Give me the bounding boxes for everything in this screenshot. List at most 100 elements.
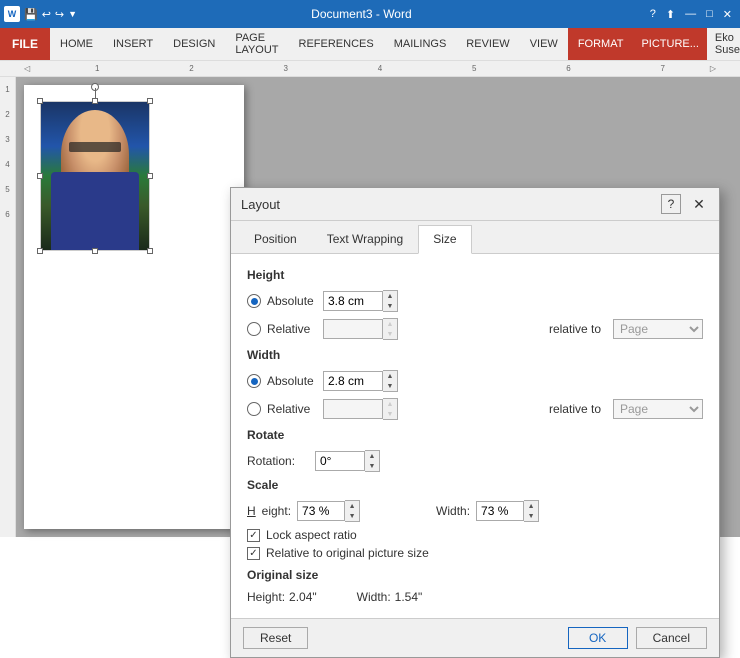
handle-tl[interactable]: [37, 98, 43, 104]
tab-file[interactable]: FILE: [0, 28, 50, 60]
rotate-row: Rotation: ▲ ▼: [247, 450, 703, 472]
relative-original-checkbox[interactable]: [247, 547, 260, 560]
height-relative-row: Relative ▲ ▼ relative to Page: [247, 318, 703, 340]
tab-references[interactable]: REFERENCES: [289, 28, 384, 60]
help-button[interactable]: ?: [646, 6, 660, 22]
height-relative-up: ▲: [383, 319, 397, 329]
tab-position[interactable]: Position: [239, 225, 312, 253]
dialog-footer: Reset OK Cancel: [231, 618, 719, 657]
width-relative-label: Relative: [267, 402, 317, 416]
width-absolute-up[interactable]: ▲: [383, 371, 397, 381]
maximize-button[interactable]: □: [702, 6, 717, 22]
height-absolute-radio[interactable]: [247, 294, 261, 308]
scale-width-up[interactable]: ▲: [524, 501, 538, 511]
dialog-help-button[interactable]: ?: [661, 194, 681, 214]
handle-mr[interactable]: [147, 173, 153, 179]
minimize-button[interactable]: —: [681, 6, 700, 22]
scale-height-field[interactable]: [297, 501, 345, 521]
orig-width-label: Width:: [357, 590, 391, 604]
height-relative-field: [323, 319, 383, 339]
scale-width-spinners: ▲ ▼: [524, 500, 539, 522]
scale-height-input[interactable]: ▲ ▼: [297, 500, 360, 522]
photo-container[interactable]: [40, 101, 150, 251]
vertical-ruler: 123456: [0, 77, 16, 537]
dialog-close-button[interactable]: ✕: [689, 194, 709, 214]
scale-width-input[interactable]: ▲ ▼: [476, 500, 539, 522]
scale-height-up[interactable]: ▲: [345, 501, 359, 511]
dialog-tabs: Position Text Wrapping Size: [231, 221, 719, 254]
width-relative-to-dropdown[interactable]: Page: [613, 399, 703, 419]
redo-icon[interactable]: ↪: [55, 8, 64, 21]
tab-review[interactable]: REVIEW: [456, 28, 519, 60]
handle-tc[interactable]: [92, 98, 98, 104]
tab-design[interactable]: DESIGN: [163, 28, 225, 60]
height-absolute-down[interactable]: ▼: [383, 301, 397, 311]
height-absolute-field[interactable]: [323, 291, 383, 311]
height-absolute-row: Absolute ▲ ▼: [247, 290, 703, 312]
dialog-body: Height Absolute ▲ ▼ Relative: [231, 254, 719, 618]
width-absolute-down[interactable]: ▼: [383, 381, 397, 391]
rotation-line: [95, 88, 96, 98]
tab-home[interactable]: HOME: [50, 28, 103, 60]
tab-insert[interactable]: INSERT: [103, 28, 163, 60]
width-relative-radio[interactable]: [247, 402, 261, 416]
width-relative-spinners: ▲ ▼: [383, 398, 398, 420]
rotation-up[interactable]: ▲: [365, 451, 379, 461]
handle-ml[interactable]: [37, 173, 43, 179]
handle-tr[interactable]: [147, 98, 153, 104]
handle-bc[interactable]: [92, 248, 98, 254]
height-absolute-input[interactable]: ▲ ▼: [323, 290, 398, 312]
reset-area: Reset: [243, 627, 308, 649]
width-absolute-input[interactable]: ▲ ▼: [323, 370, 398, 392]
width-absolute-radio[interactable]: [247, 374, 261, 388]
lock-aspect-checkbox[interactable]: [247, 529, 260, 542]
ribbon: FILE HOME INSERT DESIGN PAGE LAYOUT REFE…: [0, 28, 740, 77]
scale-width-field[interactable]: [476, 501, 524, 521]
width-absolute-label: Absolute: [267, 374, 317, 388]
user-info: Eko Suseno ES: [707, 28, 740, 60]
width-relative-to-select[interactable]: Page: [613, 399, 703, 419]
tab-view[interactable]: VIEW: [520, 28, 568, 60]
ok-button[interactable]: OK: [568, 627, 628, 649]
handle-bl[interactable]: [37, 248, 43, 254]
cancel-button[interactable]: Cancel: [636, 627, 707, 649]
rotation-down[interactable]: ▼: [365, 461, 379, 471]
title-bar: W 💾 ↩ ↪ ▼ Document3 - Word ? ⬆ — □ ✕: [0, 0, 740, 28]
reset-button[interactable]: Reset: [243, 627, 308, 649]
tab-mailings[interactable]: MAILINGS: [384, 28, 457, 60]
relative-original-row: Relative to original picture size: [247, 546, 703, 560]
height-relative-to-label: relative to: [549, 322, 601, 336]
height-absolute-label: Absolute: [267, 294, 317, 308]
rotation-label: Rotation:: [247, 454, 307, 468]
tab-text-wrapping[interactable]: Text Wrapping: [312, 225, 418, 253]
undo-icon[interactable]: ↩: [42, 8, 51, 21]
height-section-label: Height: [247, 268, 703, 282]
width-section-label: Width: [247, 348, 703, 362]
tab-page-layout[interactable]: PAGE LAYOUT: [225, 28, 288, 60]
rotate-section-label: Rotate: [247, 428, 703, 442]
height-relative-radio[interactable]: [247, 322, 261, 336]
height-absolute-up[interactable]: ▲: [383, 291, 397, 301]
orig-width-value: 1.54": [395, 590, 423, 604]
width-relative-row: Relative ▲ ▼ relative to Page: [247, 398, 703, 420]
height-relative-to-dropdown[interactable]: Page: [613, 319, 703, 339]
tab-format[interactable]: FORMAT: [568, 28, 634, 60]
tab-size[interactable]: Size: [418, 225, 471, 254]
width-absolute-field[interactable]: [323, 371, 383, 391]
scale-width-down[interactable]: ▼: [524, 511, 538, 521]
scale-height-label: H: [247, 504, 256, 518]
rotation-field[interactable]: [315, 451, 365, 471]
dropdown-arrow-icon[interactable]: ▼: [68, 9, 77, 19]
quick-save-icon[interactable]: 💾: [24, 8, 38, 21]
user-name: Eko Suseno: [715, 32, 740, 56]
scale-height-down[interactable]: ▼: [345, 511, 359, 521]
width-absolute-row: Absolute ▲ ▼: [247, 370, 703, 392]
handle-br[interactable]: [147, 248, 153, 254]
height-relative-to-select[interactable]: Page: [613, 319, 703, 339]
close-button[interactable]: ✕: [719, 6, 736, 23]
picture-tools-label: PICTURE...: [633, 28, 706, 60]
ribbon-toggle-button[interactable]: ⬆: [662, 6, 679, 23]
rotation-input[interactable]: ▲ ▼: [315, 450, 380, 472]
width-absolute-spinners: ▲ ▼: [383, 370, 398, 392]
orig-height-label: Height:: [247, 590, 285, 604]
